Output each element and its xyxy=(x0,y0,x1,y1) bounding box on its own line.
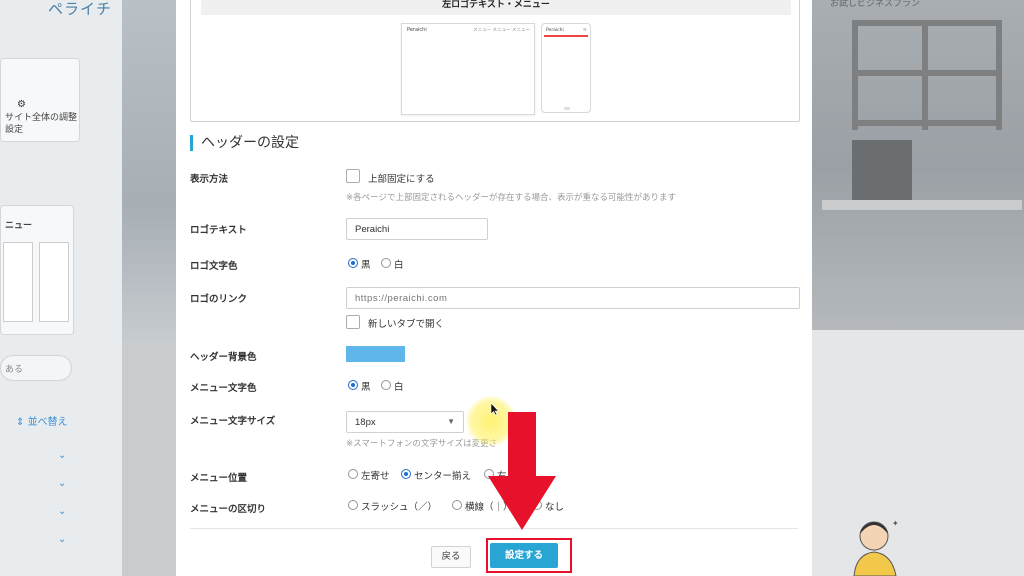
svg-text:✦: ✦ xyxy=(892,519,899,528)
background-sidebar: ペライチ ⚙ サイト全体の調整設定 ニュー ある ⇕ 並べ替え ⌄ ⌄ ⌄ ⌄ xyxy=(0,0,122,576)
menu-color-black-radio[interactable] xyxy=(348,380,358,390)
menu-position-label: メニュー位置 xyxy=(190,473,248,484)
fixed-header-checkbox[interactable] xyxy=(346,169,360,183)
section-heading: ヘッダーの設定 xyxy=(190,135,299,151)
site-settings-card[interactable]: ⚙ サイト全体の調整設定 xyxy=(0,58,80,142)
background-panel xyxy=(812,330,1024,576)
app-logo: ペライチ xyxy=(48,1,113,18)
submit-button[interactable]: 設定する xyxy=(490,543,558,568)
logo-color-white-label: 白 xyxy=(394,260,404,271)
sp-preview-bar xyxy=(544,35,588,37)
display-method-label: 表示方法 xyxy=(190,174,229,185)
mini-preview xyxy=(3,242,33,322)
pc-preview-logo: Peraichi xyxy=(407,27,427,33)
menu-position-center-label: センター揃え xyxy=(414,471,472,482)
plan-label: お試しビジネスプラン xyxy=(830,0,921,9)
back-button[interactable]: 戻る xyxy=(431,546,471,568)
pc-preview-menu: メニュー メニュー メニュー xyxy=(473,28,530,33)
logo-color-black-radio[interactable] xyxy=(348,258,358,268)
logo-color-white-radio[interactable] xyxy=(381,258,391,268)
dropdown-caret-icon: ▼ xyxy=(447,417,455,426)
header-bg-color-swatch[interactable] xyxy=(346,346,405,362)
logo-text-input[interactable] xyxy=(346,218,488,240)
menu-icon: ≡ xyxy=(582,27,587,33)
logo-text-label: ロゴテキスト xyxy=(190,225,247,236)
chevron-down-icon[interactable]: ⌄ xyxy=(58,534,66,545)
chevron-down-icon[interactable]: ⌄ xyxy=(58,450,66,461)
chevron-down-icon[interactable]: ⌄ xyxy=(58,478,66,489)
separator-line-radio[interactable] xyxy=(452,500,462,510)
menu-separator-label: メニューの区切り xyxy=(190,504,267,515)
menu-card-label: ニュー xyxy=(5,221,33,231)
chevron-down-icon[interactable]: ⌄ xyxy=(58,506,66,517)
search-pill[interactable]: ある xyxy=(0,355,72,381)
preview-caption: 左ロゴテキスト・メニュー xyxy=(201,0,791,15)
pc-preview-thumbnail: Peraichi メニュー メニュー メニュー xyxy=(401,23,535,115)
menu-card[interactable]: ニュー xyxy=(0,205,74,335)
person-illustration: ✦ xyxy=(853,519,899,576)
fixed-header-checkbox-label: 上部固定にする xyxy=(368,174,435,185)
menu-color-label: メニュー文字色 xyxy=(190,383,257,394)
menu-size-select[interactable]: 18px ▼ xyxy=(346,411,464,433)
home-button-icon xyxy=(564,107,570,110)
separator-slash-radio[interactable] xyxy=(348,500,358,510)
menu-color-black-label: 黒 xyxy=(361,382,371,393)
sort-link[interactable]: ⇕ 並べ替え xyxy=(16,413,68,428)
background-classroom-photo xyxy=(812,0,1024,330)
mini-preview xyxy=(39,242,69,322)
menu-size-label: メニュー文字サイズ xyxy=(190,416,276,427)
separator-slash-label: スラッシュ（／） xyxy=(361,502,438,513)
logo-color-black-label: 黒 xyxy=(361,260,371,271)
menu-size-value: 18px xyxy=(355,417,376,428)
menu-position-left-radio[interactable] xyxy=(348,469,358,479)
sp-preview-logo: Peraichi xyxy=(546,28,564,33)
down-arrow-icon xyxy=(488,412,556,530)
open-new-tab-checkbox[interactable] xyxy=(346,315,360,329)
open-new-tab-label: 新しいタブで開く xyxy=(368,319,445,330)
logo-link-input[interactable] xyxy=(346,287,800,309)
sp-preview-thumbnail: Peraichi ≡ xyxy=(541,23,591,113)
menu-color-white-label: 白 xyxy=(394,382,404,393)
menu-position-center-radio[interactable] xyxy=(401,469,411,479)
header-bg-label: ヘッダー背景色 xyxy=(190,352,257,363)
logo-link-label: ロゴのリンク xyxy=(190,294,248,305)
menu-color-white-radio[interactable] xyxy=(381,380,391,390)
site-settings-label: サイト全体の調整設定 xyxy=(5,113,78,135)
gear-icon: ⚙ xyxy=(17,99,26,110)
menu-position-left-label: 左寄せ xyxy=(361,471,390,482)
header-preview: 左ロゴテキスト・メニュー Peraichi メニュー メニュー メニュー Per… xyxy=(190,0,800,122)
fixed-header-hint: ※各ページで上部固定されるヘッダーが存在する場合、表示が重なる可能性があります xyxy=(346,193,676,203)
logo-color-label: ロゴ文字色 xyxy=(190,261,238,272)
